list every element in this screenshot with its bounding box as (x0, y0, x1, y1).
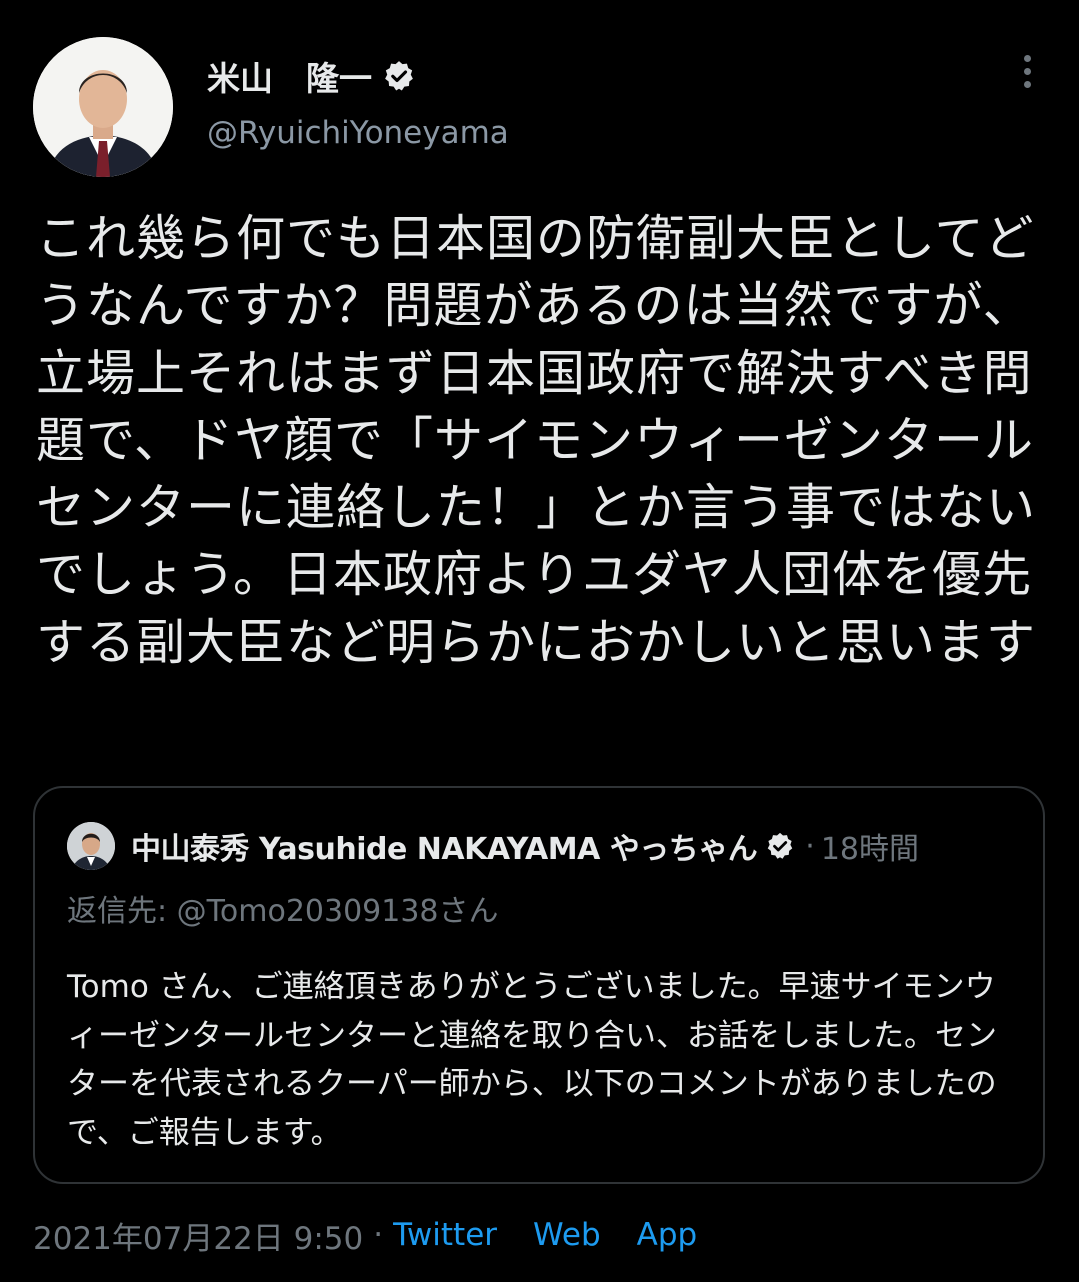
tweet-footer: 2021年07月22日 9:50 · Twitter Web App (33, 1213, 697, 1257)
reply-to-label: 返信先: (67, 894, 177, 929)
author-handle[interactable]: @RyuichiYoneyama (207, 115, 509, 151)
author-avatar[interactable] (33, 37, 173, 177)
source-word-twitter[interactable]: Twitter (393, 1217, 497, 1253)
quoted-tweet-header: 中山泰秀 Yasuhide NAKAYAMA やっちゃん · 18時間 (131, 822, 919, 870)
tweet-timestamp[interactable]: 2021年07月22日 9:50 (33, 1213, 363, 1258)
quoted-tweet-time: 18時間 (820, 832, 920, 867)
source-word-app[interactable]: App (637, 1217, 698, 1253)
quoted-verified-badge-icon (765, 831, 795, 861)
reply-to-handle: @Tomo20309138さん (176, 894, 499, 929)
source-word-web[interactable]: Web (533, 1217, 601, 1253)
tweet-text: これ幾ら何でも日本国の防衛副大臣としてどうなんですか？問題があるのは当然ですが、… (36, 210, 1037, 671)
author-name-row[interactable]: 米山 隆一 (207, 52, 416, 100)
quoted-separator-dot: · (805, 828, 815, 864)
quoted-author-display-name: 中山泰秀 Yasuhide NAKAYAMA やっちゃん (131, 832, 758, 867)
quoted-tweet[interactable]: 中山泰秀 Yasuhide NAKAYAMA やっちゃん · 18時間 返信先:… (33, 786, 1045, 1184)
quoted-reply-to: 返信先: @Tomo20309138さん (67, 886, 499, 930)
footer-separator-dot: · (373, 1217, 384, 1253)
quoted-tweet-text: Tomo さん、ご連絡頂きありがとうございました。早速サイモンウィーゼンタールセ… (67, 969, 997, 1151)
tweet-source-link[interactable]: Twitter Web App (393, 1217, 697, 1253)
quoted-author-avatar (67, 822, 115, 870)
tweet-detail: 米山 隆一 @RyuichiYoneyama これ幾ら何でも日本国の防衛副大臣と… (0, 0, 1079, 1282)
more-vertical-icon[interactable] (1012, 55, 1042, 99)
verified-badge-icon (382, 59, 416, 93)
author-display-name[interactable]: 米山 隆一 (207, 52, 372, 100)
